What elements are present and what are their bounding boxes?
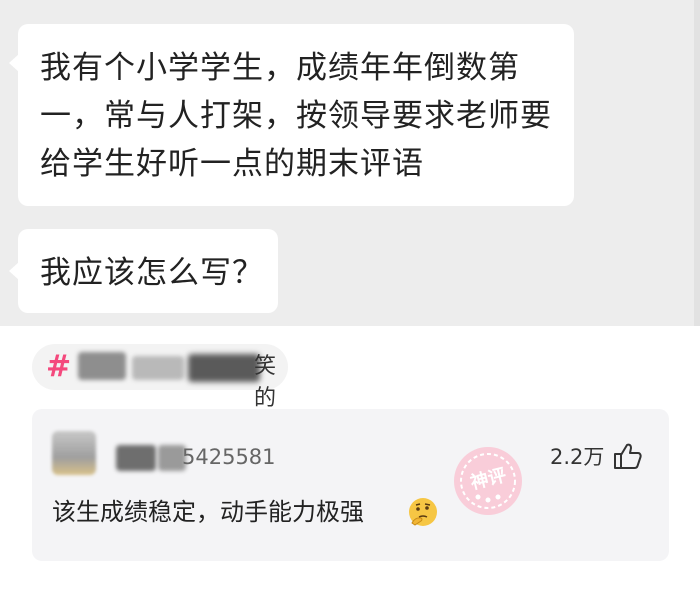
comment-card: 5425581 神评 2.2万 该生成绩稳定，动手能力极强 (32, 409, 669, 561)
hash-icon: # (46, 349, 72, 384)
message-line: 给学生好听一点的期末评语 (40, 146, 424, 182)
message-line: 我应该怎么写？ (40, 255, 264, 291)
message-bubble[interactable]: 我有个小学学生，成绩年年倒数第 一，常与人打架，按领导要求老师要 给学生好听一点… (9, 24, 574, 206)
comment-text: 该生成绩稳定，动手能力极强 (52, 498, 364, 526)
message-bubble[interactable]: 我应该怎么写？ (9, 229, 278, 313)
message-line: 一，常与人打架，按领导要求老师要 (40, 98, 552, 134)
like-count: 2.2万 (550, 445, 605, 469)
thumbs-up-icon[interactable] (612, 441, 642, 471)
blurred-topic-text (188, 354, 260, 382)
topic-label: 笑的 (254, 354, 277, 411)
blurred-topic-text (132, 356, 184, 380)
thinking-face-icon (409, 498, 437, 526)
god-comment-badge (454, 447, 522, 515)
topic-tag[interactable]: # 笑的 (32, 344, 288, 411)
scrollbar[interactable] (694, 0, 700, 326)
blurred-topic-text (78, 352, 126, 380)
avatar[interactable] (52, 431, 96, 475)
blurred-username (116, 445, 156, 471)
chat-area: 我有个小学学生，成绩年年倒数第 一，常与人打架，按领导要求老师要 给学生好听一点… (0, 0, 700, 326)
username[interactable]: 5425581 (182, 443, 276, 471)
message-line: 我有个小学学生，成绩年年倒数第 (40, 50, 520, 86)
